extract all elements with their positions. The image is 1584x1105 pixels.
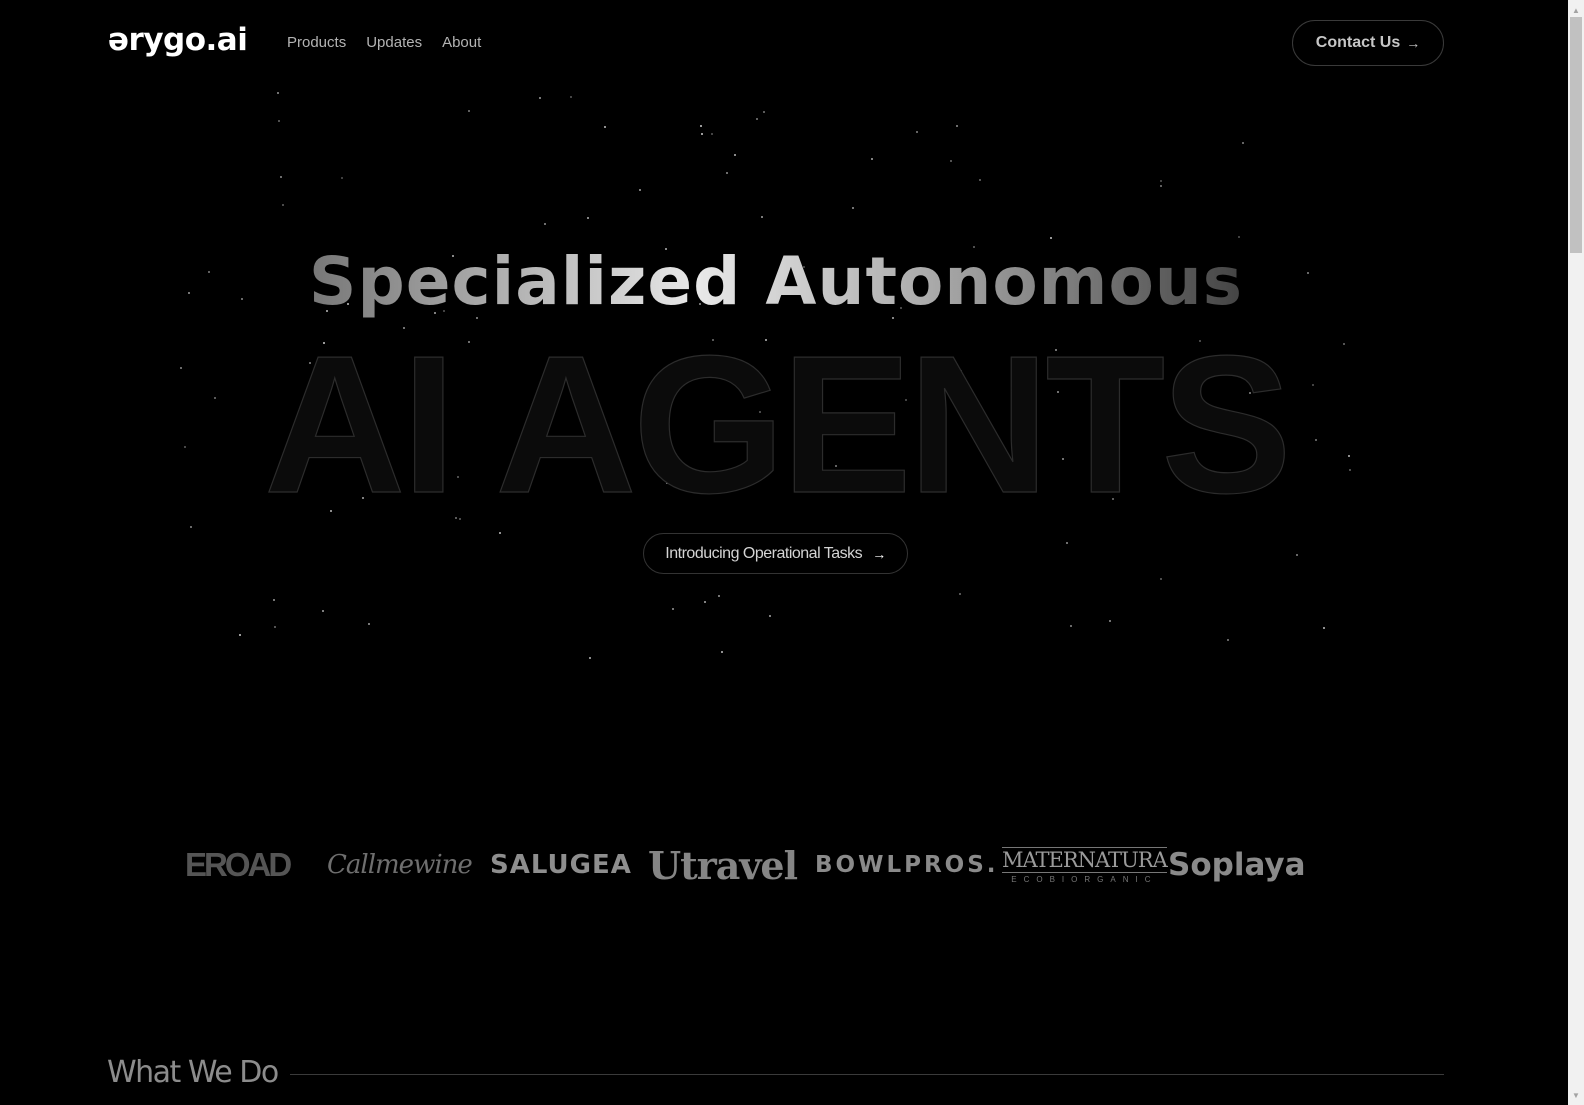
star-dot [589, 657, 591, 659]
hero-title: Specialized Autonomous [0, 240, 1552, 324]
nav-item-about[interactable]: About [442, 33, 481, 53]
star-dot [604, 126, 606, 128]
star-dot [672, 608, 674, 610]
star-dot [1227, 639, 1229, 641]
star-dot [763, 111, 765, 113]
star-dot [956, 125, 958, 127]
hero-outlined-headline: AI AGENTS [263, 315, 1292, 534]
arrow-right-icon: → [1406, 35, 1421, 51]
scroll-down-arrow-icon[interactable]: ▼ [1568, 1087, 1584, 1103]
client-logo-soplaya: Soplaya. [1168, 847, 1305, 883]
client-logo-utravel: Utravel [648, 842, 798, 888]
star-dot [718, 595, 720, 597]
maternatura-wordmark: MATERNATURA [1002, 846, 1168, 873]
star-dot [721, 651, 723, 653]
star-dot [239, 634, 241, 636]
what-we-do-heading-row: What We Do [107, 1052, 1444, 1092]
star-dot [273, 599, 275, 601]
client-logo-eroad: EROAD [185, 846, 292, 883]
star-dot [639, 189, 641, 191]
introducing-operational-tasks-link[interactable]: Introducing Operational Tasks → [643, 533, 908, 574]
star-dot [190, 526, 192, 528]
star-dot [277, 92, 279, 94]
client-logo-maternatura: MATERNATURA ECOBIORGANIC [1002, 835, 1168, 895]
star-dot [950, 160, 952, 162]
star-dot [756, 118, 758, 120]
star-dot [278, 120, 280, 122]
star-dot [700, 125, 702, 127]
brand-logo[interactable]: ərygo.ai [108, 22, 248, 58]
contact-us-label: Contact Us [1315, 34, 1401, 51]
star-dot [1070, 625, 1072, 627]
star-dot [704, 601, 706, 603]
star-dot [979, 179, 981, 181]
client-logo-salugea: SALUGEA [490, 850, 632, 880]
star-dot [734, 154, 736, 156]
star-dot [587, 217, 589, 219]
star-dot [1242, 142, 1244, 144]
client-logo-bowlpros: BOWLPROS. [815, 852, 999, 878]
star-dot [1160, 185, 1162, 187]
star-dot [1160, 578, 1162, 580]
page-viewport: ərygo.ai Products Updates About Contact … [0, 0, 1568, 1105]
star-dot [769, 615, 771, 617]
star-dot [711, 133, 713, 135]
star-dot [468, 110, 470, 112]
nav-item-updates[interactable]: Updates [366, 33, 422, 53]
scrollbar-thumb[interactable] [1570, 17, 1582, 253]
star-dot [871, 158, 873, 160]
star-dot [280, 176, 282, 178]
section-divider [289, 1073, 1444, 1075]
star-dot [322, 610, 324, 612]
star-dot [701, 133, 703, 135]
client-logo-callmewine: Callmewine [327, 850, 473, 880]
star-dot [916, 131, 918, 133]
vertical-scrollbar[interactable]: ▲ ▼ [1568, 0, 1584, 1105]
contact-us-button[interactable]: Contact Us → [1292, 20, 1444, 66]
star-dot [544, 223, 546, 225]
section-title-what-we-do: What We Do [107, 1054, 279, 1090]
star-dot [274, 626, 276, 628]
main-nav: Products Updates About [287, 33, 481, 53]
star-dot [1066, 542, 1068, 544]
star-dot [761, 216, 763, 218]
star-dot [341, 177, 343, 179]
intro-pill-label: Introducing Operational Tasks [665, 544, 863, 562]
star-dot [282, 204, 284, 206]
star-dot [1323, 627, 1325, 629]
star-dot [368, 623, 370, 625]
star-dot [1238, 236, 1240, 238]
client-logo-strip: EROAD Callmewine SALUGEA Utravel BOWLPRO… [185, 835, 1305, 895]
star-dot [959, 593, 961, 595]
maternatura-tagline: ECOBIORGANIC [1011, 874, 1158, 884]
arrow-right-icon: → [872, 545, 886, 562]
star-dot [1160, 180, 1162, 182]
star-dot [539, 97, 541, 99]
nav-item-products[interactable]: Products [287, 33, 346, 53]
site-header: ərygo.ai Products Updates About Contact … [0, 0, 1568, 86]
star-dot [1050, 237, 1052, 239]
star-dot [1109, 620, 1111, 622]
star-dot [570, 96, 572, 98]
star-dot [1296, 554, 1298, 556]
star-dot [726, 172, 728, 174]
star-dot [852, 207, 854, 209]
scroll-up-arrow-icon[interactable]: ▲ [1568, 2, 1584, 18]
